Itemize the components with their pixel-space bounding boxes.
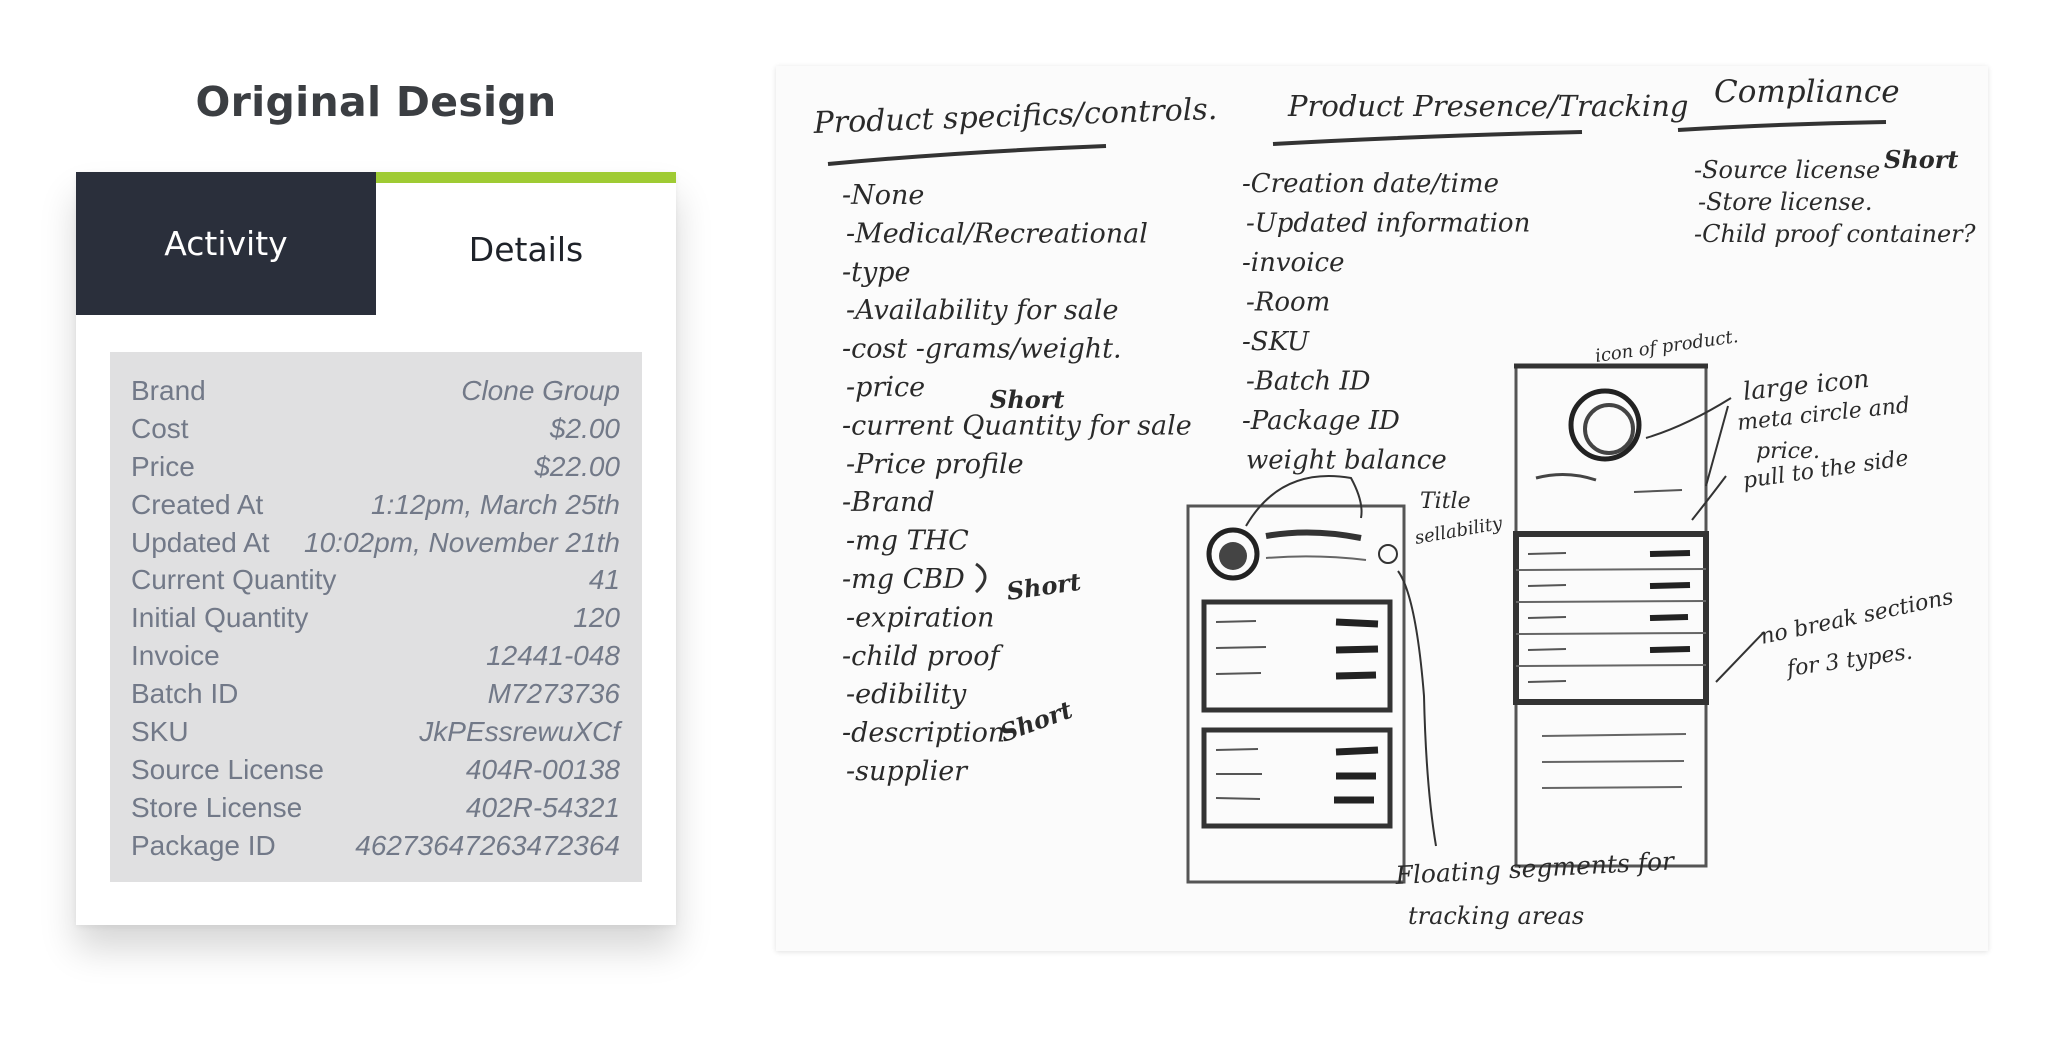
sketch-large-card: [1513, 363, 1765, 868]
detail-value: 120: [573, 602, 620, 634]
detail-row: Store License 402R-54321: [131, 789, 620, 827]
detail-label: Store License: [131, 791, 303, 823]
sketch-list-item: weight balance: [1246, 446, 1447, 476]
sketch-list-item: -Updated information: [1246, 209, 1530, 239]
sketch-col1-list: -None -Medical/Recreational -type -Availabi…: [842, 180, 1192, 787]
sketch-list-item: -invoice: [1242, 248, 1344, 278]
sketch-list-item: -supplier: [846, 756, 969, 787]
sketch-list-item: -mg CBD: [842, 564, 965, 595]
sketch-list-item: -type: [842, 257, 911, 288]
detail-row: Cost $2.00: [131, 410, 620, 448]
sketch-col3-title: Compliance: [1714, 74, 1900, 110]
sketch-note: Title: [1420, 489, 1471, 514]
sketch-col2-list: -Creation date/time -Updated information -…: [1242, 169, 1530, 476]
sketch-image: Product specifics/controls. Product Pres…: [776, 66, 1988, 951]
detail-value: 46273647263472364: [355, 829, 620, 861]
sketch-list-item: -expiration: [846, 602, 994, 633]
detail-value: 402R-54321: [465, 791, 620, 823]
detail-label: Updated At: [131, 526, 270, 558]
sketch-note: for 3 types.: [1783, 640, 1914, 683]
sketch-short-mark: Short: [1884, 145, 1959, 174]
detail-label: Brand: [131, 374, 206, 406]
detail-row: Created At 1:12pm, March 25th: [131, 486, 620, 524]
sketch-list-item: -Child proof container?: [1694, 220, 1976, 248]
detail-row: Invoice 12441-048: [131, 637, 620, 675]
sketch-note: icon of product.: [1594, 326, 1740, 367]
tab-bar: Activity Details: [76, 172, 676, 315]
sketch-list-item: -Room: [1246, 288, 1330, 318]
detail-row: Initial Quantity 120: [131, 599, 620, 637]
tab-details[interactable]: Details: [376, 172, 676, 315]
detail-row: Package ID 46273647263472364: [131, 827, 620, 865]
detail-label: Price: [131, 450, 195, 482]
detail-row: Updated At 10:02pm, November 21th: [131, 524, 620, 562]
sketch-small-card: [1186, 475, 1437, 884]
sketch-list-item: -Package ID: [1242, 406, 1400, 436]
detail-row: Batch ID M7273736: [131, 675, 620, 713]
sketch-list-item: -Creation date/time: [1242, 169, 1499, 199]
detail-row: Current Quantity 41: [131, 561, 620, 599]
tab-activity[interactable]: Activity: [76, 172, 376, 315]
sketch-note: sellability: [1413, 513, 1504, 549]
sketch-list-item: -mg THC: [846, 526, 969, 557]
detail-label: Batch ID: [131, 678, 239, 710]
sketch-list-item: -child proof: [842, 641, 1003, 672]
detail-label: Cost: [131, 412, 189, 444]
sketch-list-item: -Brand: [842, 487, 935, 518]
detail-value: M7273736: [487, 678, 620, 710]
detail-value: 404R-00138: [465, 753, 620, 785]
detail-value: 10:02pm, November 21th: [304, 526, 620, 558]
detail-row: Brand Clone Group: [131, 372, 620, 410]
detail-label: Current Quantity: [131, 564, 337, 596]
detail-row: SKU JkPEssrewuXCf: [131, 713, 620, 751]
detail-value: $22.00: [534, 450, 620, 482]
detail-value: Clone Group: [461, 374, 620, 406]
sketch-list-item: -current Quantity for sale: [842, 410, 1192, 441]
detail-value: 12441-048: [486, 640, 620, 672]
detail-value: JkPEssrewuXCf: [419, 715, 620, 747]
sketch-note: tracking areas: [1408, 902, 1584, 930]
sketch-list-item: -None: [842, 180, 924, 211]
detail-value: $2.00: [549, 412, 620, 444]
sketch-list-item: -Medical/Recreational: [846, 218, 1148, 249]
sketch-list-item: -Availability for sale: [846, 295, 1118, 326]
sketch-list-item: -edibility: [846, 679, 967, 710]
page-title: Original Design: [195, 78, 557, 126]
details-panel: Brand Clone Group Cost $2.00 Price $22.00 Crea…: [110, 352, 642, 882]
detail-value: 41: [588, 564, 620, 596]
product-detail-card: Activity Details Brand Clone Group Cost $2.…: [76, 172, 676, 925]
sketch-list-item: -SKU: [1242, 327, 1310, 357]
detail-row: Source License 404R-00138: [131, 751, 620, 789]
detail-label: Invoice: [131, 640, 220, 672]
sketch-note: Floating segments for: [1394, 846, 1677, 890]
sketch-short-mark: Short: [990, 385, 1065, 414]
sketch-short-mark: Short: [996, 695, 1076, 748]
detail-label: Package ID: [131, 829, 276, 861]
sketch-list-item: -Batch ID: [1246, 367, 1371, 397]
sketch-col2-title: Product Presence/Tracking: [1287, 89, 1688, 123]
sketch-col1-title: Product specifics/controls.: [812, 92, 1218, 141]
detail-label: Initial Quantity: [131, 602, 309, 634]
sketch-drawing: Product specifics/controls. Product Pres…: [812, 74, 1976, 930]
detail-row: Price $22.00: [131, 448, 620, 486]
sketch-list-item: -cost -grams/weight.: [842, 334, 1122, 365]
sketch-list-item: -Store license.: [1698, 188, 1873, 216]
detail-label: SKU: [131, 715, 189, 747]
sketch-list-item: -price: [846, 372, 925, 403]
sketch-note: no break sections: [1758, 585, 1956, 650]
detail-value: 1:12pm, March 25th: [370, 488, 620, 520]
sketch-list-item: -description: [842, 718, 1005, 749]
detail-label: Created At: [131, 488, 264, 520]
sketch-short-mark: Short: [1005, 567, 1083, 606]
sketch-list-item: -Source license: [1694, 156, 1880, 184]
sketch-list-item: -Price profile: [846, 449, 1024, 480]
detail-label: Source License: [131, 753, 325, 785]
